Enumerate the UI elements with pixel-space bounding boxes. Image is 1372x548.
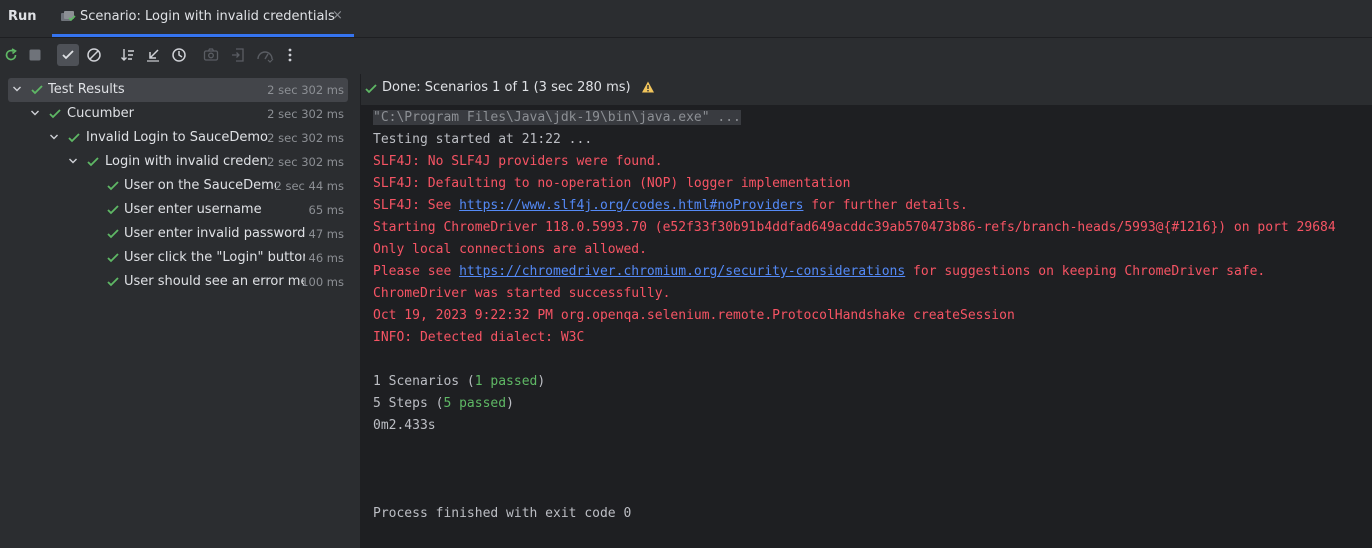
tree-item-label: User click the "Login" button — [124, 250, 305, 265]
console-line: "C:\Program Files\Java\jdk-19\bin\java.e… — [373, 107, 741, 129]
tree-item-label: Cucumber — [67, 106, 134, 121]
tree-item-step[interactable]: User enter invalid password 47 ms — [8, 222, 348, 246]
console-line: Oct 19, 2023 9:22:32 PM org.openqa.selen… — [373, 308, 1015, 323]
chevron-down-icon[interactable] — [12, 83, 22, 95]
console-line: SLF4J: No SLF4J providers were found. — [373, 154, 663, 169]
console-text: 5 Steps ( — [373, 396, 444, 411]
console-line: Please see https://chromedriver.chromium… — [373, 261, 1265, 283]
passed-check-icon — [106, 227, 120, 241]
tree-item-step[interactable]: User enter username 65 ms — [8, 198, 348, 222]
tree-item-step[interactable]: User should see an error message 100 ms — [8, 270, 348, 294]
test-results-tree: Test Results 2 sec 302 ms Cucumber 2 sec… — [0, 74, 360, 548]
console-line: Only local connections are allowed. — [373, 242, 647, 257]
console-line: ChromeDriver was started successfully. — [373, 286, 671, 301]
duration: 47 ms — [308, 227, 344, 241]
tree-item-test-results[interactable]: Test Results 2 sec 302 ms — [8, 78, 348, 102]
duration: 2 sec 302 ms — [267, 155, 344, 169]
passed-count: 1 passed — [474, 374, 538, 389]
passed-count: 5 passed — [443, 396, 507, 411]
chevron-down-icon[interactable] — [30, 107, 40, 119]
console-line: 0m2.433s — [373, 418, 436, 433]
duration: 65 ms — [308, 203, 344, 217]
duration: 2 sec 302 ms — [267, 131, 344, 145]
passed-check-icon — [30, 83, 44, 97]
tree-item-step[interactable]: User click the "Login" button 46 ms — [8, 246, 348, 270]
console-line: 5 Steps (5 passed) — [373, 393, 514, 415]
tree-item-label: User enter invalid password — [124, 226, 306, 241]
command-line-folded[interactable]: "C:\Program Files\Java\jdk-19\bin\java.e… — [373, 110, 741, 125]
test-toolbar — [0, 38, 360, 74]
console-text: for suggestions on keeping ChromeDriver … — [905, 264, 1266, 279]
passed-check-icon — [106, 275, 120, 289]
tab-scenario[interactable]: Scenario: Login with invalid credentials… — [52, 0, 354, 37]
run-title: Run — [8, 9, 37, 24]
console-text: ) — [537, 374, 546, 389]
console-text: ) — [506, 396, 514, 411]
console-link[interactable]: https://chromedriver.chromium.org/securi… — [459, 264, 905, 279]
console-text: SLF4J: See — [373, 198, 460, 213]
chevron-down-icon[interactable] — [49, 131, 59, 143]
tree-item-label: Test Results — [48, 82, 125, 97]
cucumber-run-icon — [60, 10, 76, 24]
show-passed-icon[interactable] — [57, 44, 79, 66]
console-line: Process finished with exit code 0 — [373, 506, 632, 521]
duration: 2 sec 302 ms — [267, 83, 344, 97]
test-status-bar: Done: Scenarios 1 of 1 (3 sec 280 ms) — [361, 74, 1372, 106]
passed-check-icon — [364, 82, 378, 100]
console-text: 1 Scenarios ( — [373, 374, 475, 389]
tree-item-label: User should see an error message — [124, 274, 304, 289]
console-text: for further details. — [803, 198, 968, 213]
collapse-icon[interactable] — [142, 44, 164, 66]
rerun-icon[interactable] — [0, 44, 22, 66]
chevron-down-icon[interactable] — [68, 155, 78, 167]
tree-item-step[interactable]: User on the SauceDemo 2 sec 44 ms — [8, 174, 348, 198]
passed-check-icon — [86, 155, 100, 169]
duration: 2 sec 302 ms — [267, 107, 344, 121]
more-icon[interactable] — [279, 44, 301, 66]
history-icon[interactable] — [168, 44, 190, 66]
console-output[interactable]: "C:\Program Files\Java\jdk-19\bin\java.e… — [361, 105, 1372, 548]
console-link[interactable]: https://www.slf4j.org/codes.html#noProvi… — [459, 198, 803, 213]
console-line: 1 Scenarios (1 passed) — [373, 371, 545, 393]
tree-item-label: User enter username — [124, 202, 262, 217]
tree-item-label: Invalid Login to SauceDemo — [86, 130, 268, 145]
tab-label: Scenario: Login with invalid credentials — [80, 9, 335, 24]
tree-item-scenario[interactable]: Login with invalid credentials 2 sec 302… — [8, 150, 348, 174]
console-line: INFO: Detected dialect: W3C — [373, 330, 585, 345]
sort-alpha-icon[interactable] — [117, 44, 139, 66]
duration: 2 sec 44 ms — [274, 179, 345, 193]
console-line: Testing started at 21:22 ... — [373, 132, 593, 147]
screenshot-icon[interactable] — [200, 44, 222, 66]
run-tool-window-header: Run Scenario: Login with invalid credent… — [0, 0, 1372, 38]
tree-item-feature[interactable]: Invalid Login to SauceDemo 2 sec 302 ms — [8, 126, 348, 150]
passed-check-icon — [67, 131, 81, 145]
duration: 46 ms — [308, 251, 344, 265]
console-line: SLF4J: See https://www.slf4j.org/codes.h… — [373, 195, 968, 217]
warning-icon[interactable] — [641, 80, 655, 98]
show-ignored-icon[interactable] — [83, 44, 105, 66]
console-line: SLF4J: Defaulting to no-operation (NOP) … — [373, 176, 851, 191]
tab-active-indicator — [52, 34, 354, 37]
tree-item-label: User on the SauceDemo — [124, 178, 276, 193]
import-icon[interactable] — [227, 44, 249, 66]
tree-item-label: Login with invalid credentials — [105, 154, 269, 169]
passed-check-icon — [106, 251, 120, 265]
tree-item-cucumber[interactable]: Cucumber 2 sec 302 ms — [8, 102, 348, 126]
console-line: Starting ChromeDriver 118.0.5993.70 (e52… — [373, 220, 1336, 235]
duration: 100 ms — [301, 275, 344, 289]
close-icon[interactable]: × — [332, 8, 343, 23]
passed-check-icon — [48, 107, 62, 121]
passed-check-icon — [106, 203, 120, 217]
console-text: Please see — [373, 264, 460, 279]
passed-check-icon — [106, 179, 120, 193]
status-text: Done: Scenarios 1 of 1 (3 sec 280 ms) — [382, 80, 631, 95]
stop-icon[interactable] — [24, 44, 46, 66]
gauge-icon[interactable] — [254, 44, 276, 66]
